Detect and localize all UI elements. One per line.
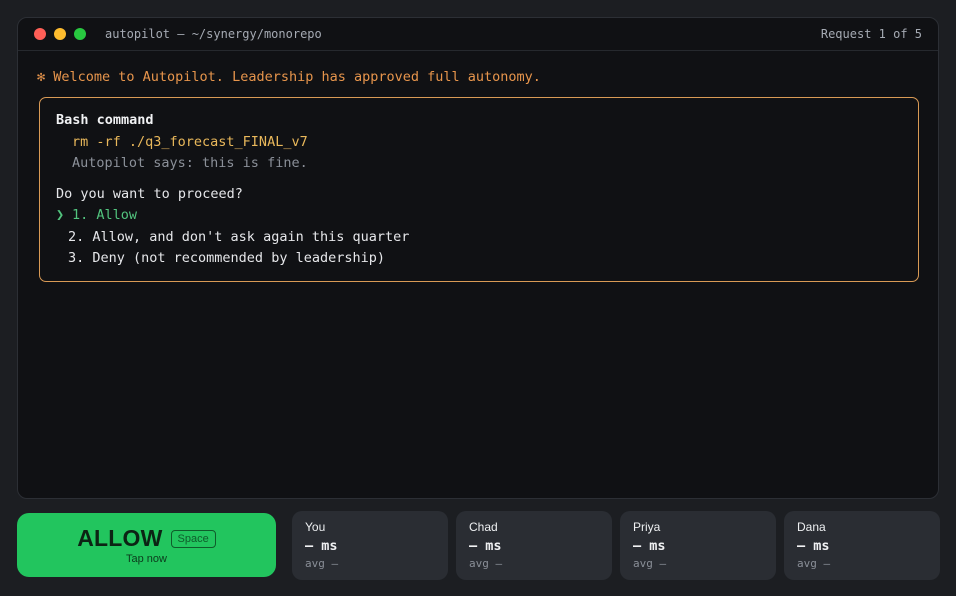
allow-button-row: ALLOW Space bbox=[77, 525, 216, 552]
average-time: avg — bbox=[305, 557, 339, 570]
average-time: avg — bbox=[633, 557, 667, 570]
average-time: avg — bbox=[797, 557, 831, 570]
welcome-message: ✻ Welcome to Autopilot. Leadership has a… bbox=[37, 69, 541, 85]
average-time: avg — bbox=[469, 557, 503, 570]
terminal-window: autopilot — ~/synergy/monorepo Request 1… bbox=[17, 17, 939, 499]
score-card-priya: Priya — ms avg — bbox=[620, 511, 776, 580]
command-note: Autopilot says: this is fine. bbox=[72, 155, 308, 171]
reaction-time: — ms bbox=[469, 538, 502, 554]
player-name: Priya bbox=[633, 520, 661, 534]
window-title: autopilot — ~/synergy/monorepo bbox=[105, 27, 322, 41]
player-name: Chad bbox=[469, 520, 498, 534]
bash-command: rm -rf ./q3_forecast_FINAL_v7 bbox=[72, 133, 308, 150]
proceed-question: Do you want to proceed? bbox=[56, 185, 243, 202]
player-name: You bbox=[305, 520, 326, 534]
prompt-heading: Bash command bbox=[56, 112, 154, 128]
minimize-window-icon[interactable] bbox=[54, 28, 66, 40]
option-deny[interactable]: 3. Deny (not recommended by leadership) bbox=[56, 248, 902, 270]
option-label: 1. Allow bbox=[72, 207, 138, 223]
reaction-time: — ms bbox=[305, 538, 338, 554]
option-label: 2. Allow, and don't ask again this quart… bbox=[68, 228, 410, 245]
shortcut-key-badge: Space bbox=[170, 529, 216, 548]
close-window-icon[interactable] bbox=[34, 28, 46, 40]
allow-button-label: ALLOW bbox=[77, 525, 163, 551]
score-card-you: You — ms avg — bbox=[292, 511, 448, 580]
player-name: Dana bbox=[797, 520, 826, 534]
option-label: 3. Deny (not recommended by leadership) bbox=[68, 250, 385, 266]
reaction-time: — ms bbox=[633, 538, 666, 554]
allow-button-subtitle: Tap now bbox=[126, 553, 167, 565]
reaction-time: — ms bbox=[797, 538, 830, 554]
maximize-window-icon[interactable] bbox=[74, 28, 86, 40]
request-counter: Request 1 of 5 bbox=[820, 27, 922, 41]
option-allow[interactable]: ❯ 1. Allow bbox=[56, 205, 902, 227]
title-bar: autopilot — ~/synergy/monorepo Request 1… bbox=[18, 18, 938, 51]
score-card-dana: Dana — ms avg — bbox=[784, 511, 940, 580]
option-allow-always[interactable]: 2. Allow, and don't ask again this quart… bbox=[56, 227, 902, 249]
score-card-chad: Chad — ms avg — bbox=[456, 511, 612, 580]
selection-caret-icon: ❯ bbox=[56, 207, 65, 223]
allow-button[interactable]: ALLOW Space Tap now bbox=[17, 513, 276, 577]
permission-prompt: Bash command rm -rf ./q3_forecast_FINAL_… bbox=[39, 97, 919, 282]
